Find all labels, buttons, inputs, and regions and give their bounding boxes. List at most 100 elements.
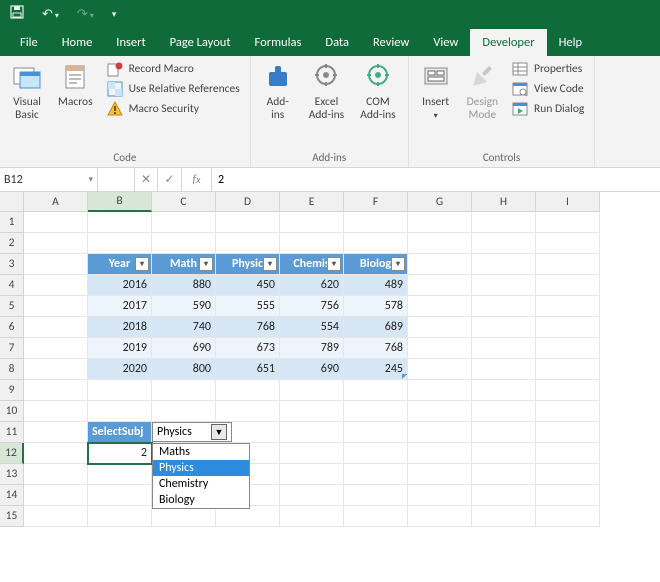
cell[interactable] xyxy=(88,485,152,506)
cell[interactable] xyxy=(536,464,600,485)
cell[interactable] xyxy=(408,401,472,422)
cell[interactable] xyxy=(24,212,88,233)
cell[interactable]: 756 xyxy=(280,296,344,317)
cell[interactable]: 673 xyxy=(216,338,280,359)
cell[interactable] xyxy=(88,464,152,485)
rowhead-8[interactable]: 8 xyxy=(0,359,24,380)
cell[interactable] xyxy=(152,380,216,401)
cell[interactable] xyxy=(216,401,280,422)
fx-icon[interactable]: fx xyxy=(182,168,212,191)
redo-icon[interactable]: ↷▾ xyxy=(73,7,98,22)
use-relative-references-button[interactable]: Use Relative References xyxy=(103,80,244,98)
filter-icon[interactable]: ▾ xyxy=(391,257,405,271)
cell[interactable] xyxy=(344,485,408,506)
combobox-option[interactable]: Biology xyxy=(153,492,249,508)
cell[interactable] xyxy=(88,380,152,401)
cell[interactable] xyxy=(536,506,600,527)
tab-review[interactable]: Review xyxy=(361,29,421,56)
cell[interactable]: 690 xyxy=(152,338,216,359)
macros-button[interactable]: Macros xyxy=(52,60,99,111)
cell[interactable]: 880 xyxy=(152,275,216,296)
cell[interactable] xyxy=(344,464,408,485)
rowhead-4[interactable]: 4 xyxy=(0,275,24,296)
cell[interactable]: 2 xyxy=(88,443,152,464)
colhead-h[interactable]: H xyxy=(472,192,536,212)
cell[interactable] xyxy=(408,212,472,233)
cell[interactable] xyxy=(536,254,600,275)
cell[interactable] xyxy=(344,422,408,443)
cell[interactable] xyxy=(344,212,408,233)
cell[interactable] xyxy=(536,275,600,296)
name-box[interactable]: ▾ xyxy=(0,168,98,191)
cell[interactable] xyxy=(472,275,536,296)
rowhead-12[interactable]: 12 xyxy=(0,443,24,464)
cell[interactable] xyxy=(216,380,280,401)
cell[interactable]: 651 xyxy=(216,359,280,380)
cell[interactable] xyxy=(280,443,344,464)
cell[interactable] xyxy=(24,296,88,317)
cell[interactable] xyxy=(88,233,152,254)
cell[interactable] xyxy=(152,506,216,527)
cell[interactable] xyxy=(472,422,536,443)
cell[interactable]: 2018 xyxy=(88,317,152,338)
cell[interactable] xyxy=(408,275,472,296)
cell[interactable]: 800 xyxy=(152,359,216,380)
cell[interactable] xyxy=(24,338,88,359)
cell[interactable] xyxy=(280,485,344,506)
cell[interactable] xyxy=(536,317,600,338)
cell[interactable] xyxy=(536,233,600,254)
cell[interactable] xyxy=(536,380,600,401)
cell[interactable] xyxy=(472,401,536,422)
cell[interactable] xyxy=(24,464,88,485)
cell[interactable]: 489 xyxy=(344,275,408,296)
cell[interactable] xyxy=(280,212,344,233)
cell[interactable] xyxy=(280,464,344,485)
tab-page-layout[interactable]: Page Layout xyxy=(158,29,243,56)
tab-insert[interactable]: Insert xyxy=(104,29,157,56)
cell[interactable] xyxy=(408,317,472,338)
cell[interactable]: Year▾ xyxy=(88,254,152,275)
cell[interactable]: Chemis▾ xyxy=(280,254,344,275)
cell[interactable]: 2019 xyxy=(88,338,152,359)
cell[interactable] xyxy=(472,464,536,485)
cell[interactable] xyxy=(472,359,536,380)
cell[interactable] xyxy=(24,443,88,464)
tab-developer[interactable]: Developer xyxy=(470,29,546,56)
com-addins-button[interactable]: COM Add-ins xyxy=(354,60,401,124)
tab-data[interactable]: Data xyxy=(313,29,361,56)
cell[interactable] xyxy=(408,443,472,464)
cell[interactable] xyxy=(536,422,600,443)
cell[interactable] xyxy=(344,506,408,527)
cell[interactable] xyxy=(216,506,280,527)
cell[interactable] xyxy=(88,212,152,233)
colhead-e[interactable]: E xyxy=(280,192,344,212)
filter-icon[interactable]: ▾ xyxy=(327,257,341,271)
cell[interactable] xyxy=(24,233,88,254)
run-dialog-button[interactable]: Run Dialog xyxy=(508,100,588,118)
rowhead-3[interactable]: 3 xyxy=(0,254,24,275)
colhead-c[interactable]: C xyxy=(152,192,216,212)
tab-formulas[interactable]: Formulas xyxy=(243,29,314,56)
cell[interactable] xyxy=(24,422,88,443)
cell[interactable] xyxy=(408,464,472,485)
cell[interactable] xyxy=(536,443,600,464)
cell[interactable] xyxy=(88,506,152,527)
select-all-corner[interactable] xyxy=(0,192,24,212)
cell[interactable] xyxy=(24,401,88,422)
properties-button[interactable]: Properties xyxy=(508,60,588,78)
cell[interactable] xyxy=(472,296,536,317)
cell[interactable] xyxy=(216,212,280,233)
formula-bar[interactable]: 2 xyxy=(212,168,660,191)
chevron-down-icon[interactable]: ▼ xyxy=(211,424,227,440)
cell[interactable]: 554 xyxy=(280,317,344,338)
cell[interactable] xyxy=(24,380,88,401)
customize-qat-icon[interactable]: ▾ xyxy=(108,9,121,20)
cell[interactable] xyxy=(408,254,472,275)
cell[interactable] xyxy=(472,233,536,254)
cell[interactable]: 2017 xyxy=(88,296,152,317)
cell[interactable] xyxy=(408,422,472,443)
cell[interactable]: 768 xyxy=(216,317,280,338)
rowhead-1[interactable]: 1 xyxy=(0,212,24,233)
cell[interactable] xyxy=(24,275,88,296)
cell[interactable] xyxy=(24,359,88,380)
